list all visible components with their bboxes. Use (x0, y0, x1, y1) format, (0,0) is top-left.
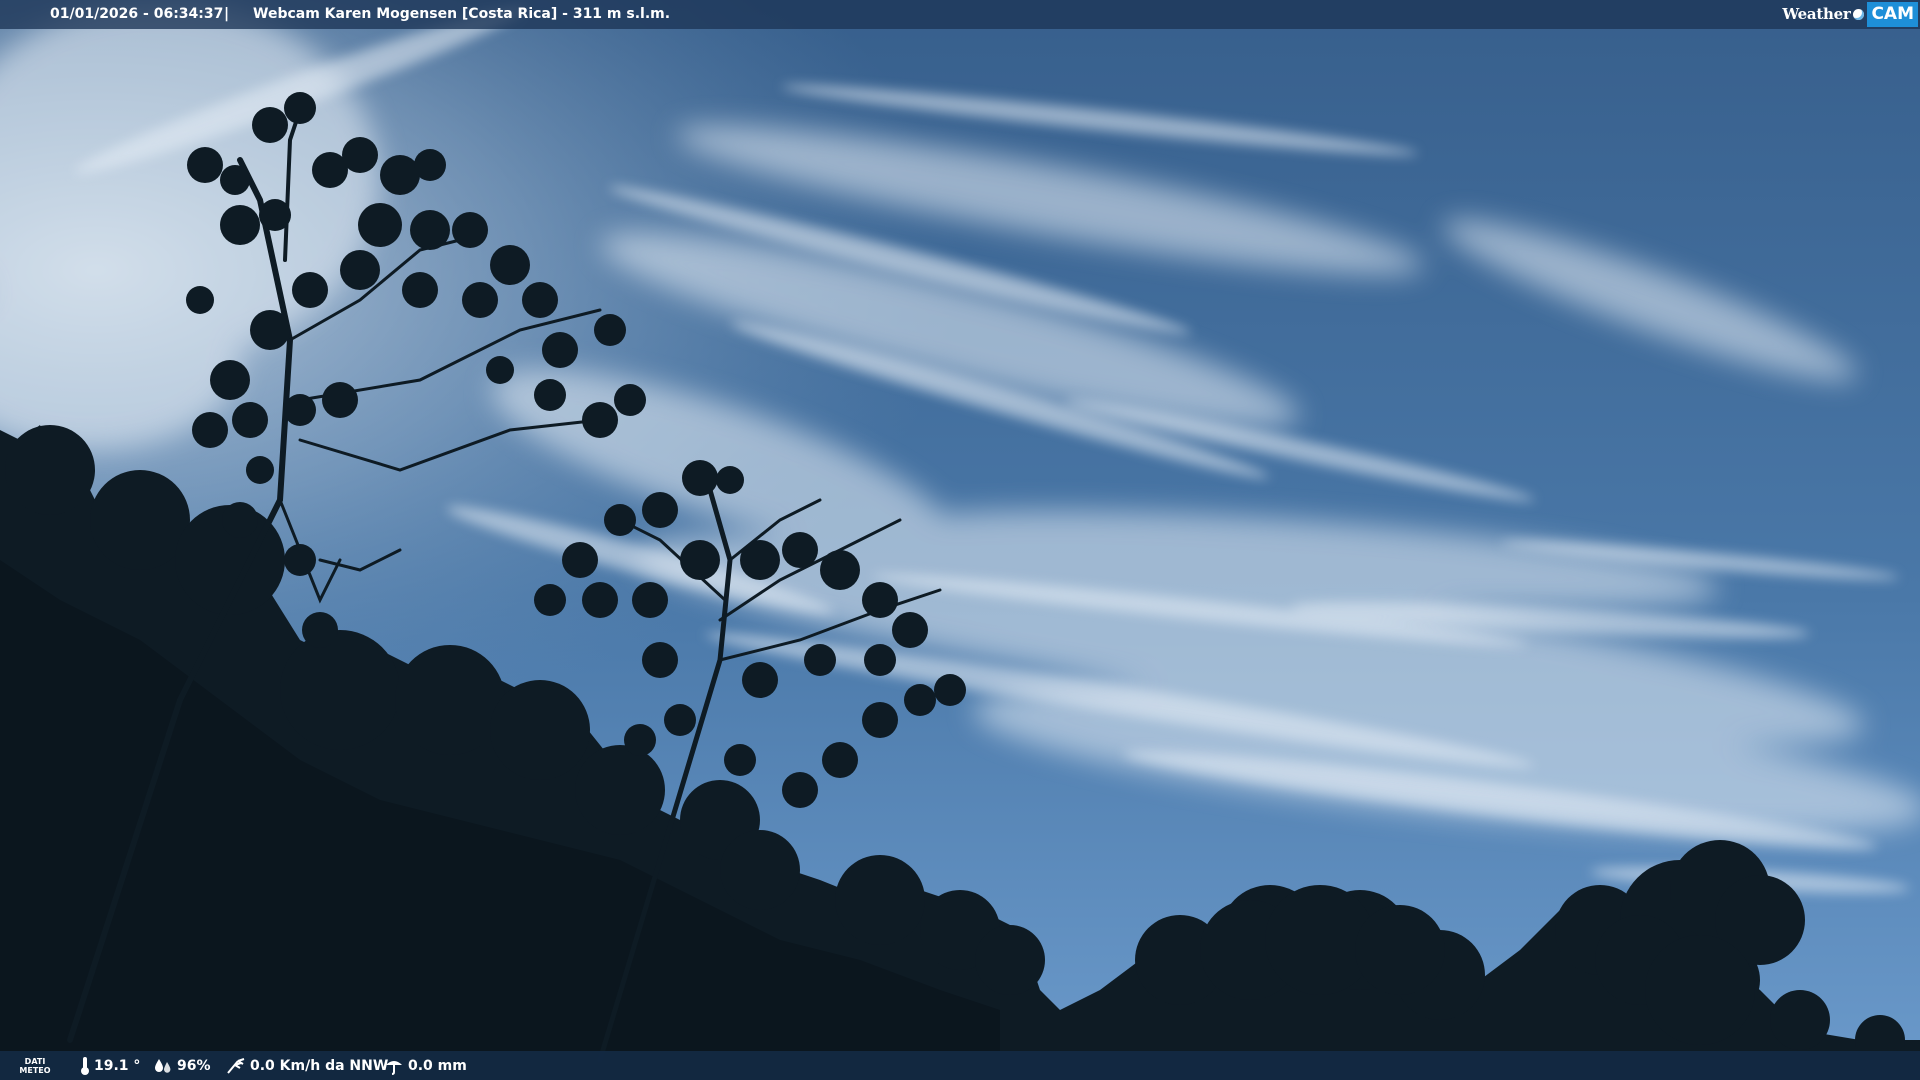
temperature-reading: 19.1 ° (80, 1051, 140, 1080)
webcam-viewport: 01/01/2026 - 06:34:37 | Webcam Karen Mog… (0, 0, 1920, 1080)
wind-icon (227, 1057, 245, 1074)
dati-label: DATI (24, 1056, 46, 1066)
rain-value: 0.0 mm (408, 1057, 467, 1074)
wind-value: 0.0 Km/h da NNW (250, 1057, 389, 1074)
logo-sun-icon (1853, 9, 1865, 20)
top-info-bar: 01/01/2026 - 06:34:37 | Webcam Karen Mog… (0, 0, 1920, 29)
thermometer-icon (81, 1056, 89, 1075)
humidity-icon (155, 1058, 171, 1073)
separator: | (224, 6, 230, 22)
rain-reading: 0.0 mm (384, 1051, 467, 1080)
logo-word-weather: Weather (1782, 5, 1851, 23)
weather-data-bar: DATI METEO 19.1 ° 96% 0.0 Km/h da NNW 0.… (0, 1051, 1920, 1080)
rain-icon (386, 1060, 402, 1075)
meteo-label: METEO (19, 1065, 51, 1075)
webcam-image (0, 0, 1920, 1080)
timestamp: 01/01/2026 - 06:34:37 (50, 6, 224, 22)
dati-meteo-label: DATI METEO (19, 1051, 51, 1080)
temperature-value: 19.1 ° (94, 1057, 141, 1074)
weathercam-logo: Weather CAM (1782, 2, 1918, 27)
humidity-value: 96% (177, 1057, 211, 1074)
logo-word-cam: CAM (1867, 2, 1918, 27)
humidity-reading: 96% (153, 1051, 211, 1080)
wind-reading: 0.0 Km/h da NNW (226, 1051, 388, 1080)
webcam-title: Webcam Karen Mogensen [Costa Rica] - 311… (253, 6, 671, 22)
